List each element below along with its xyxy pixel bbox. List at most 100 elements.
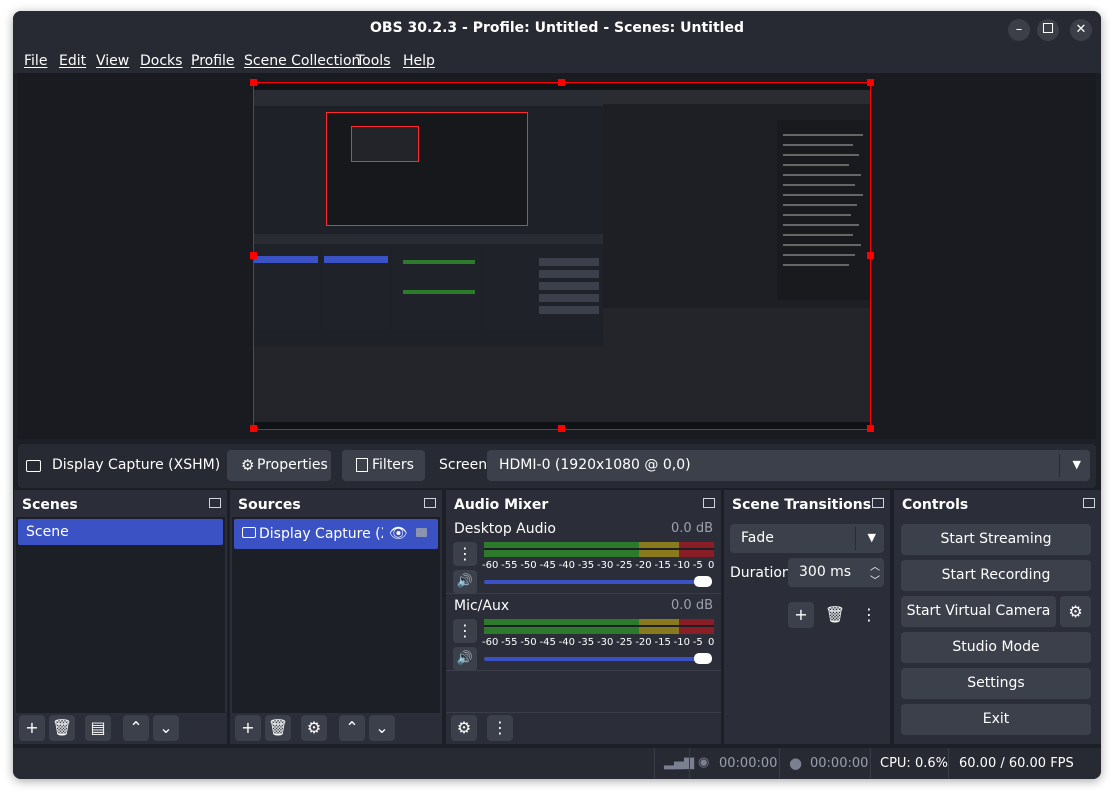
volume-slider[interactable] bbox=[484, 576, 712, 596]
source-properties-button[interactable]: ⚙ bbox=[301, 715, 327, 741]
meter-scale-label: -20 bbox=[635, 560, 652, 571]
exit-button[interactable]: Exit bbox=[901, 704, 1091, 735]
remove-source-button[interactable]: 🗑 bbox=[265, 715, 291, 741]
menu-tools[interactable]: Tools bbox=[356, 53, 391, 69]
speaker-icon[interactable]: 🔊 bbox=[453, 647, 477, 671]
meter-scale-label: -15 bbox=[654, 637, 671, 648]
audio-menu-button[interactable]: ⋮ bbox=[487, 715, 513, 741]
audio-mixer-title: Audio Mixer bbox=[454, 497, 549, 513]
meter-scale-label: -50 bbox=[520, 560, 537, 571]
chevron-down-icon[interactable]: ﹀ bbox=[870, 572, 880, 587]
menu-file[interactable]: File bbox=[24, 53, 47, 69]
status-bar: ▂▄▆ ◉ 00:00:00 ● 00:00:00 CPU: 0.6% 60.0… bbox=[13, 748, 1101, 779]
scene-filters-button[interactable]: ▤ bbox=[85, 715, 111, 741]
meter-scale-label: -55 bbox=[501, 637, 518, 648]
menu-scene-collection[interactable]: Scene Collection bbox=[244, 53, 360, 69]
kebab-icon[interactable]: ⋮ bbox=[453, 619, 477, 643]
meter-scale-label: -15 bbox=[654, 560, 671, 571]
resize-handle-r[interactable] bbox=[867, 252, 874, 259]
meter-scale-label: -20 bbox=[635, 637, 652, 648]
remove-scene-button[interactable]: 🗑 bbox=[49, 715, 75, 741]
studio-mode-button[interactable]: Studio Mode bbox=[901, 632, 1091, 663]
menu-profile[interactable]: Profile bbox=[191, 53, 235, 69]
duration-value: 300 ms bbox=[799, 564, 852, 580]
meter-scale-label: -35 bbox=[577, 560, 595, 571]
start-virtual-camera-button[interactable]: Start Virtual Camera bbox=[901, 596, 1056, 627]
audio-mixer-dock: Audio Mixer Desktop Audio 0.0 dB ⋮ -60 -5… bbox=[446, 490, 721, 744]
monitor-icon bbox=[26, 460, 41, 472]
add-transition-button[interactable]: + bbox=[788, 602, 814, 628]
channel-level: 0.0 dB bbox=[671, 598, 713, 613]
close-icon[interactable]: ✕ bbox=[1070, 19, 1092, 41]
move-source-up-button[interactable]: ⌃ bbox=[339, 715, 365, 741]
gear-icon[interactable]: ⚙ bbox=[1060, 596, 1091, 627]
filters-button[interactable]: Filters bbox=[342, 450, 425, 481]
eye-icon[interactable]: 👁 bbox=[389, 524, 408, 542]
meter-scale: -60 -55 -50 -45 -40 -35 -30 -25 -20 -15 -10 -5 0 bbox=[482, 637, 724, 651]
undock-icon[interactable] bbox=[872, 498, 884, 508]
sources-title: Sources bbox=[238, 497, 301, 513]
undock-icon[interactable] bbox=[1083, 498, 1095, 508]
resize-handle-t[interactable] bbox=[558, 79, 565, 86]
controls-title: Controls bbox=[902, 497, 969, 513]
lock-icon[interactable] bbox=[416, 528, 427, 537]
audio-settings-button[interactable]: ⚙ bbox=[451, 715, 477, 741]
sources-list[interactable]: Display Capture (XSH 👁 bbox=[232, 517, 440, 713]
transition-menu-button[interactable]: ⋮ bbox=[856, 602, 882, 628]
remove-transition-button[interactable]: 🗑 bbox=[822, 602, 848, 628]
record-status-icon: ● bbox=[789, 754, 803, 772]
resize-handle-tl[interactable] bbox=[250, 79, 257, 86]
start-recording-button[interactable]: Start Recording bbox=[901, 560, 1091, 591]
duration-spinbox[interactable]: 300 ms ︿ ﹀ bbox=[788, 558, 884, 587]
meter-scale-label: 0 bbox=[708, 560, 715, 571]
channel-name: Desktop Audio bbox=[454, 521, 556, 537]
volume-meter bbox=[484, 619, 714, 634]
move-source-down-button[interactable]: ⌄ bbox=[369, 715, 395, 741]
meter-scale-label: -30 bbox=[597, 560, 614, 571]
mic-aux-channel: Mic/Aux 0.0 dB ⋮ -60 -55 -50 -45 -40 -35 -30 -2… bbox=[446, 595, 721, 671]
meter-scale-label: -40 bbox=[558, 560, 575, 571]
window-title: OBS 30.2.3 - Profile: Untitled - Scenes:… bbox=[370, 20, 744, 36]
speaker-icon[interactable]: 🔊 bbox=[453, 570, 477, 594]
add-source-button[interactable]: + bbox=[235, 715, 261, 741]
meter-scale-label: -60 bbox=[482, 560, 499, 571]
resize-handle-tr[interactable] bbox=[867, 79, 874, 86]
minimize-icon[interactable]: – bbox=[1008, 19, 1030, 41]
undock-icon[interactable] bbox=[424, 498, 436, 508]
settings-button[interactable]: Settings bbox=[901, 668, 1091, 699]
properties-button[interactable]: ⚙ Properties bbox=[227, 450, 331, 481]
maximize-icon[interactable] bbox=[1037, 19, 1059, 41]
menu-view[interactable]: View bbox=[96, 53, 129, 69]
add-scene-button[interactable]: + bbox=[19, 715, 45, 741]
resize-handle-b[interactable] bbox=[558, 425, 565, 432]
filters-label: Filters bbox=[372, 457, 414, 473]
source-item[interactable]: Display Capture (XSH 👁 bbox=[234, 519, 438, 549]
scenes-list[interactable]: Scene bbox=[16, 517, 225, 713]
gear-icon: ⚙ bbox=[241, 456, 255, 474]
move-scene-up-button[interactable]: ⌃ bbox=[123, 715, 149, 741]
menu-edit[interactable]: Edit bbox=[59, 53, 86, 69]
meter-scale-label: -25 bbox=[616, 560, 633, 571]
undock-icon[interactable] bbox=[209, 498, 221, 508]
scene-item[interactable]: Scene bbox=[18, 519, 223, 545]
volume-slider[interactable] bbox=[484, 653, 712, 673]
resize-handle-bl[interactable] bbox=[250, 425, 257, 432]
menu-help[interactable]: Help bbox=[403, 53, 435, 69]
resize-handle-br[interactable] bbox=[867, 425, 874, 432]
undock-icon[interactable] bbox=[703, 498, 715, 508]
meter-scale-label: -40 bbox=[558, 637, 575, 648]
resize-handle-l[interactable] bbox=[250, 252, 257, 259]
duration-label: Duration bbox=[730, 565, 791, 581]
transition-value: Fade bbox=[741, 530, 774, 546]
chevron-up-icon[interactable]: ︿ bbox=[870, 558, 880, 573]
kebab-icon[interactable]: ⋮ bbox=[453, 542, 477, 566]
move-scene-down-button[interactable]: ⌄ bbox=[153, 715, 179, 741]
start-streaming-button[interactable]: Start Streaming bbox=[901, 524, 1091, 555]
menu-docks[interactable]: Docks bbox=[140, 53, 182, 69]
screen-select[interactable]: HDMI-0 (1920x1080 @ 0,0) ▼ bbox=[487, 450, 1090, 481]
selection-box[interactable] bbox=[253, 82, 871, 430]
screen-label: Screen bbox=[439, 457, 488, 473]
transition-select[interactable]: Fade ▼ bbox=[730, 524, 884, 553]
preview-area[interactable] bbox=[18, 73, 1096, 439]
meter-scale-label: -55 bbox=[501, 560, 518, 571]
